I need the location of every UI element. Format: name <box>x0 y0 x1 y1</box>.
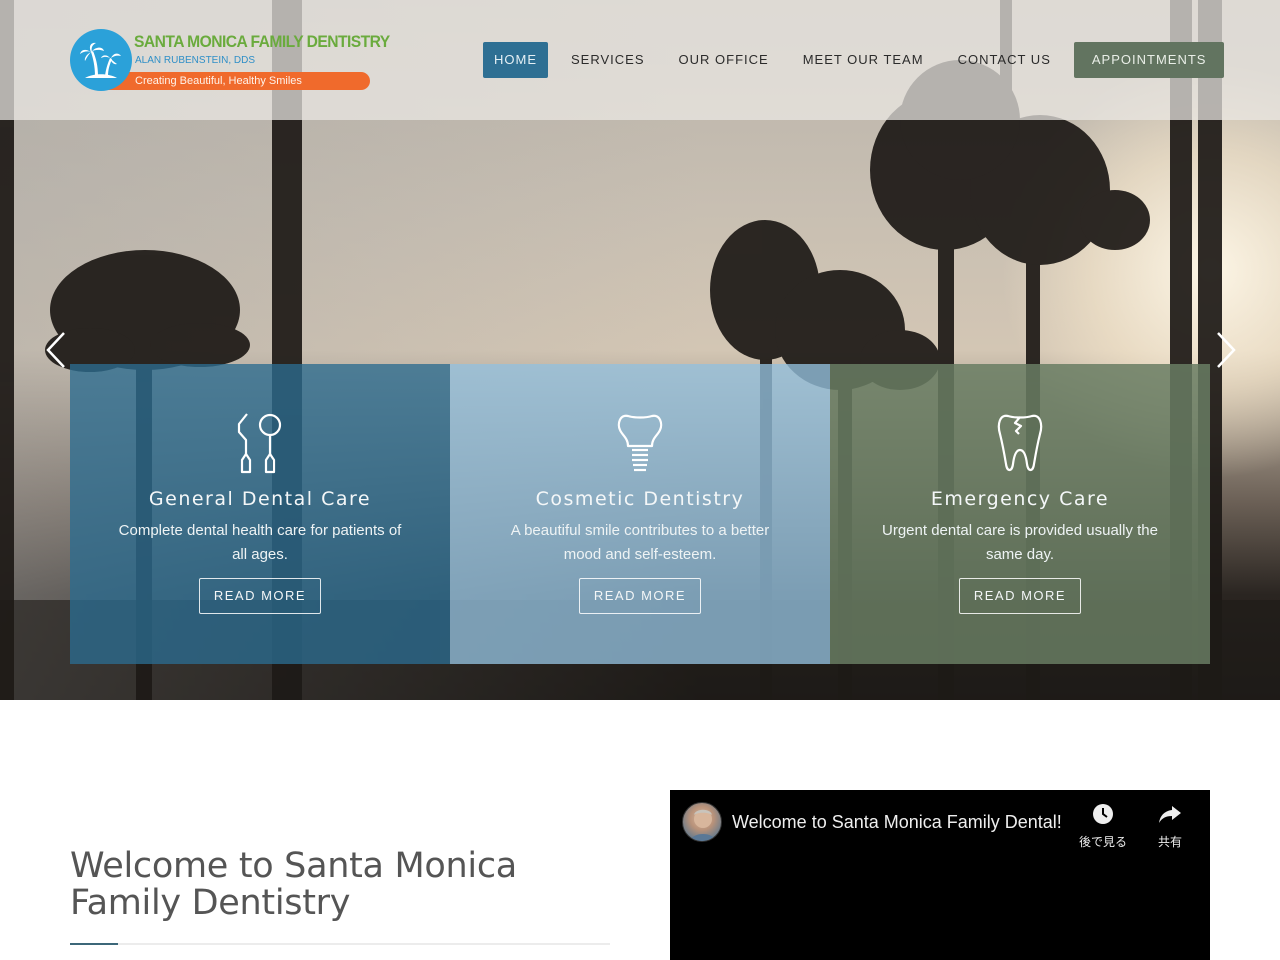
heading-divider <box>70 943 610 945</box>
site-logo[interactable]: Creating Beautiful, Healthy Smiles SANTA… <box>70 29 390 91</box>
logo-subtitle: ALAN RUBENSTEIN, DDS <box>135 55 256 66</box>
service-panel-cosmetic: Cosmetic Dentistry A beautiful smile con… <box>450 364 830 664</box>
read-more-emergency-button[interactable]: READ MORE <box>959 578 1081 614</box>
panel-description: A beautiful smile contributes to a bette… <box>510 522 770 563</box>
dental-tools-icon <box>237 413 282 474</box>
service-panel-general: General Dental Care Complete dental heal… <box>70 364 450 664</box>
read-more-general-button[interactable]: READ MORE <box>199 578 321 614</box>
welcome-heading: Welcome to Santa Monica Family Dentistry <box>70 846 517 923</box>
slider-prev-button[interactable] <box>44 330 68 370</box>
dental-implant-icon <box>617 414 663 472</box>
watch-later-label: 後で見る <box>1078 835 1127 849</box>
logo-tagline: Creating Beautiful, Healthy Smiles <box>108 72 370 90</box>
video-embed[interactable]: Welcome to Santa Monica Family Dental! 後… <box>670 790 1210 960</box>
cracked-tooth-icon <box>997 414 1043 472</box>
nav-our-office[interactable]: OUR OFFICE <box>668 42 780 78</box>
panel-title: Emergency Care <box>930 488 1110 510</box>
nav-meet-our-team[interactable]: MEET OUR TEAM <box>792 42 935 78</box>
share-label: 共有 <box>1157 835 1182 849</box>
nav-services[interactable]: SERVICES <box>560 42 656 78</box>
service-panels: General Dental Care Complete dental heal… <box>70 364 1210 664</box>
nav-home[interactable]: HOME <box>483 42 548 78</box>
palm-island-icon <box>70 29 132 91</box>
watch-later-button[interactable]: 後で見る <box>1071 802 1135 850</box>
main-nav: HOME SERVICES OUR OFFICE MEET OUR TEAM C… <box>483 42 1225 78</box>
chevron-left-icon <box>46 332 65 368</box>
panel-title: Cosmetic Dentistry <box>535 488 745 510</box>
logo-title: SANTA MONICA FAMILY DENTISTRY <box>134 32 390 51</box>
panel-description: Complete dental health care for patients… <box>118 522 402 563</box>
panel-title: General Dental Care <box>148 488 372 510</box>
slider-next-button[interactable] <box>1214 330 1238 370</box>
appointments-button[interactable]: APPOINTMENTS <box>1073 42 1225 78</box>
video-title[interactable]: Welcome to Santa Monica Family Dental! <box>732 812 1062 833</box>
channel-avatar[interactable] <box>682 802 722 842</box>
share-arrow-icon <box>1159 806 1181 823</box>
panel-description: Urgent dental care is provided usually t… <box>882 522 1158 563</box>
site-header: Creating Beautiful, Healthy Smiles SANTA… <box>0 0 1280 120</box>
nav-contact-us[interactable]: CONTACT US <box>947 42 1062 78</box>
share-button[interactable]: 共有 <box>1138 802 1202 850</box>
read-more-cosmetic-button[interactable]: READ MORE <box>579 578 701 614</box>
clock-icon <box>1093 804 1113 824</box>
service-panel-emergency: Emergency Care Urgent dental care is pro… <box>830 364 1210 664</box>
divider-accent <box>70 943 118 945</box>
chevron-right-icon <box>1217 332 1236 368</box>
